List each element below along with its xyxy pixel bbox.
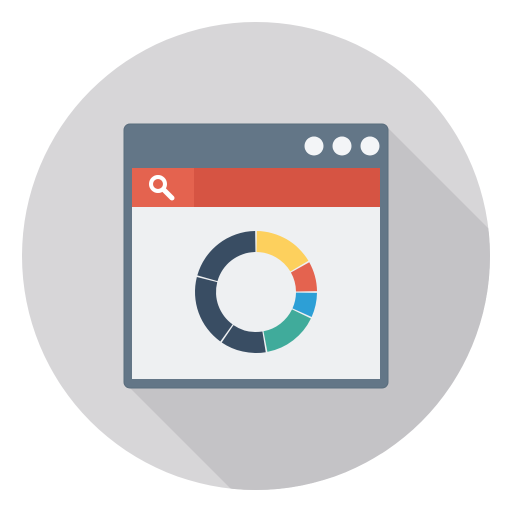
browser-window <box>123 123 389 389</box>
window-body <box>132 207 380 379</box>
window-dot-2[interactable] <box>332 136 352 156</box>
window-dot-1[interactable] <box>304 136 324 156</box>
app-icon <box>0 0 512 512</box>
browser-analytics-icon <box>22 22 490 490</box>
window-dot-3[interactable] <box>360 136 380 156</box>
